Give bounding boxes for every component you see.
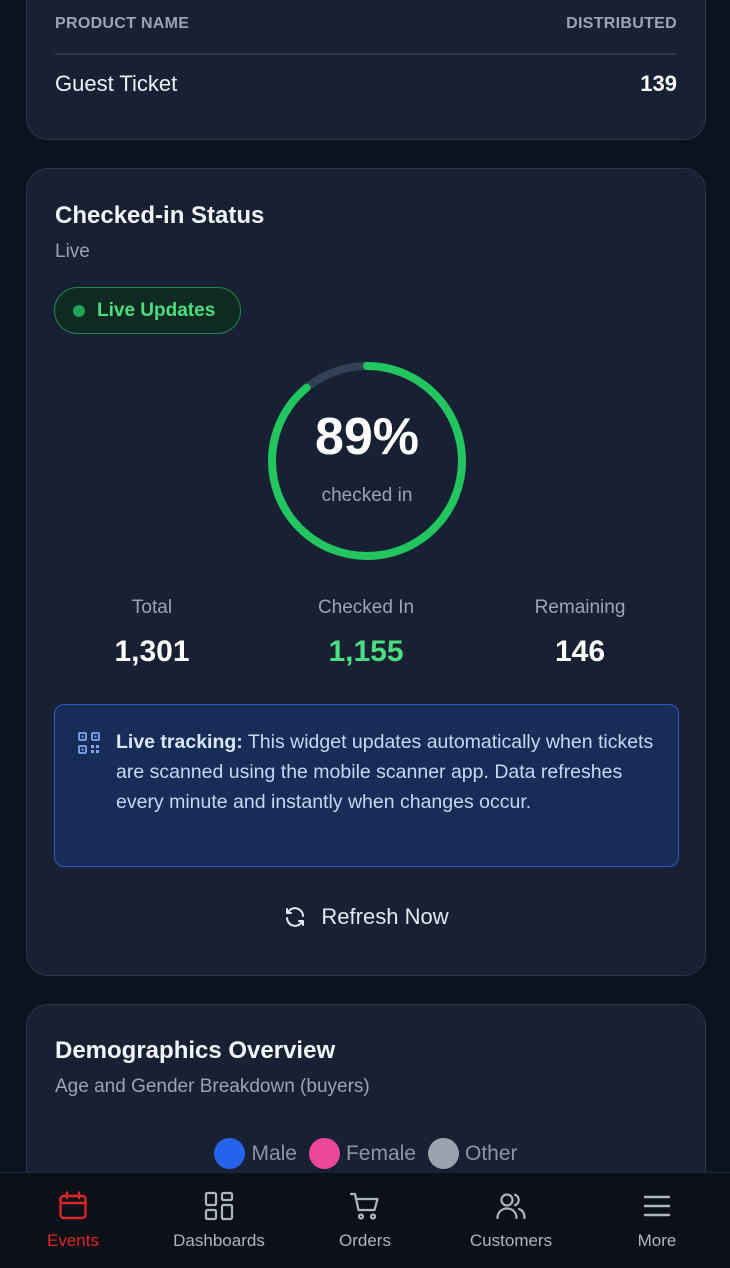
column-product-name: PRODUCT NAME	[55, 15, 190, 32]
table-divider	[55, 53, 677, 55]
nav-dashboards[interactable]: Dashboards	[146, 1173, 292, 1268]
refresh-icon	[286, 907, 305, 927]
live-tracking-heading: Live tracking:	[116, 731, 243, 753]
stat-checked-in-value: 1,155	[328, 635, 404, 668]
checked-in-caption: checked in	[321, 485, 413, 506]
live-tracking-text: Live tracking: This widget updates autom…	[116, 727, 654, 817]
checked-in-percent: 89%	[314, 408, 420, 466]
table-row[interactable]: Guest Ticket 139	[55, 71, 677, 97]
users-icon	[496, 1193, 526, 1220]
stat-remaining-label: Remaining	[534, 597, 626, 618]
calendar-icon	[59, 1191, 87, 1220]
chart-legend: Male Female Other	[27, 1138, 705, 1169]
legend-item-female[interactable]: Female	[308, 1138, 417, 1169]
checkin-progress-ring: 89% checked in	[265, 359, 469, 563]
legend-label-female: Female	[345, 1141, 417, 1165]
legend-item-male[interactable]: Male	[214, 1138, 297, 1169]
nav-customers-label: Customers	[469, 1231, 553, 1250]
stat-checked-in: Checked In 1,155	[259, 597, 473, 669]
card-title: Demographics Overview	[55, 1037, 336, 1064]
live-badge-label: Live Updates	[97, 299, 216, 321]
legend-label-other: Other	[465, 1141, 518, 1165]
checked-in-status-card: Checked-in Status Live Live Updates 89% …	[26, 168, 706, 976]
legend-label-male: Male	[251, 1141, 297, 1165]
legend-item-other[interactable]: Other	[428, 1138, 518, 1169]
stat-total-label: Total	[131, 597, 173, 618]
refresh-now-label: Refresh Now	[321, 904, 449, 929]
live-updates-badge: Live Updates	[54, 287, 241, 334]
grid-icon	[204, 1191, 234, 1221]
products-table-header: PRODUCT NAME DISTRIBUTED	[55, 15, 677, 33]
nav-events[interactable]: Events	[0, 1173, 146, 1268]
stat-remaining-value: 146	[554, 635, 606, 668]
live-dot-icon	[73, 304, 85, 317]
card-subtitle: Live	[55, 241, 90, 262]
menu-icon	[643, 1195, 671, 1217]
stat-total: Total 1,301	[45, 597, 259, 669]
product-name-cell: Guest Ticket	[55, 71, 178, 96]
checkin-stats: Total 1,301 Checked In 1,155 Remaining 1…	[45, 597, 687, 669]
legend-swatch-male	[214, 1138, 246, 1169]
stat-total-value: 1,301	[114, 635, 190, 668]
nav-customers[interactable]: Customers	[438, 1173, 584, 1268]
stat-remaining: Remaining 146	[473, 597, 687, 669]
stat-checked-in-label: Checked In	[317, 597, 415, 618]
card-title: Checked-in Status	[55, 202, 265, 229]
distributed-cell: 139	[640, 71, 677, 96]
qr-code-icon	[78, 732, 100, 754]
nav-orders[interactable]: Orders	[292, 1173, 438, 1268]
card-subtitle: Age and Gender Breakdown (buyers)	[55, 1076, 370, 1097]
nav-more-label: More	[637, 1231, 677, 1250]
legend-swatch-female	[308, 1138, 340, 1169]
refresh-now-button[interactable]: Refresh Now	[27, 904, 705, 930]
legend-swatch-other	[428, 1138, 460, 1169]
nav-dashboards-label: Dashboards	[173, 1231, 265, 1250]
bottom-navigation: Events Dashboards Orders Customers More	[0, 1172, 730, 1268]
products-card: PRODUCT NAME DISTRIBUTED Guest Ticket 13…	[26, 0, 706, 140]
nav-events-label: Events	[47, 1231, 99, 1250]
column-distributed: DISTRIBUTED	[566, 15, 677, 32]
live-tracking-info: Live tracking: This widget updates autom…	[54, 704, 679, 867]
cart-icon	[349, 1192, 379, 1220]
nav-orders-label: Orders	[339, 1231, 391, 1250]
app-screen: PRODUCT NAME DISTRIBUTED Guest Ticket 13…	[0, 0, 730, 1268]
nav-more[interactable]: More	[584, 1173, 730, 1268]
